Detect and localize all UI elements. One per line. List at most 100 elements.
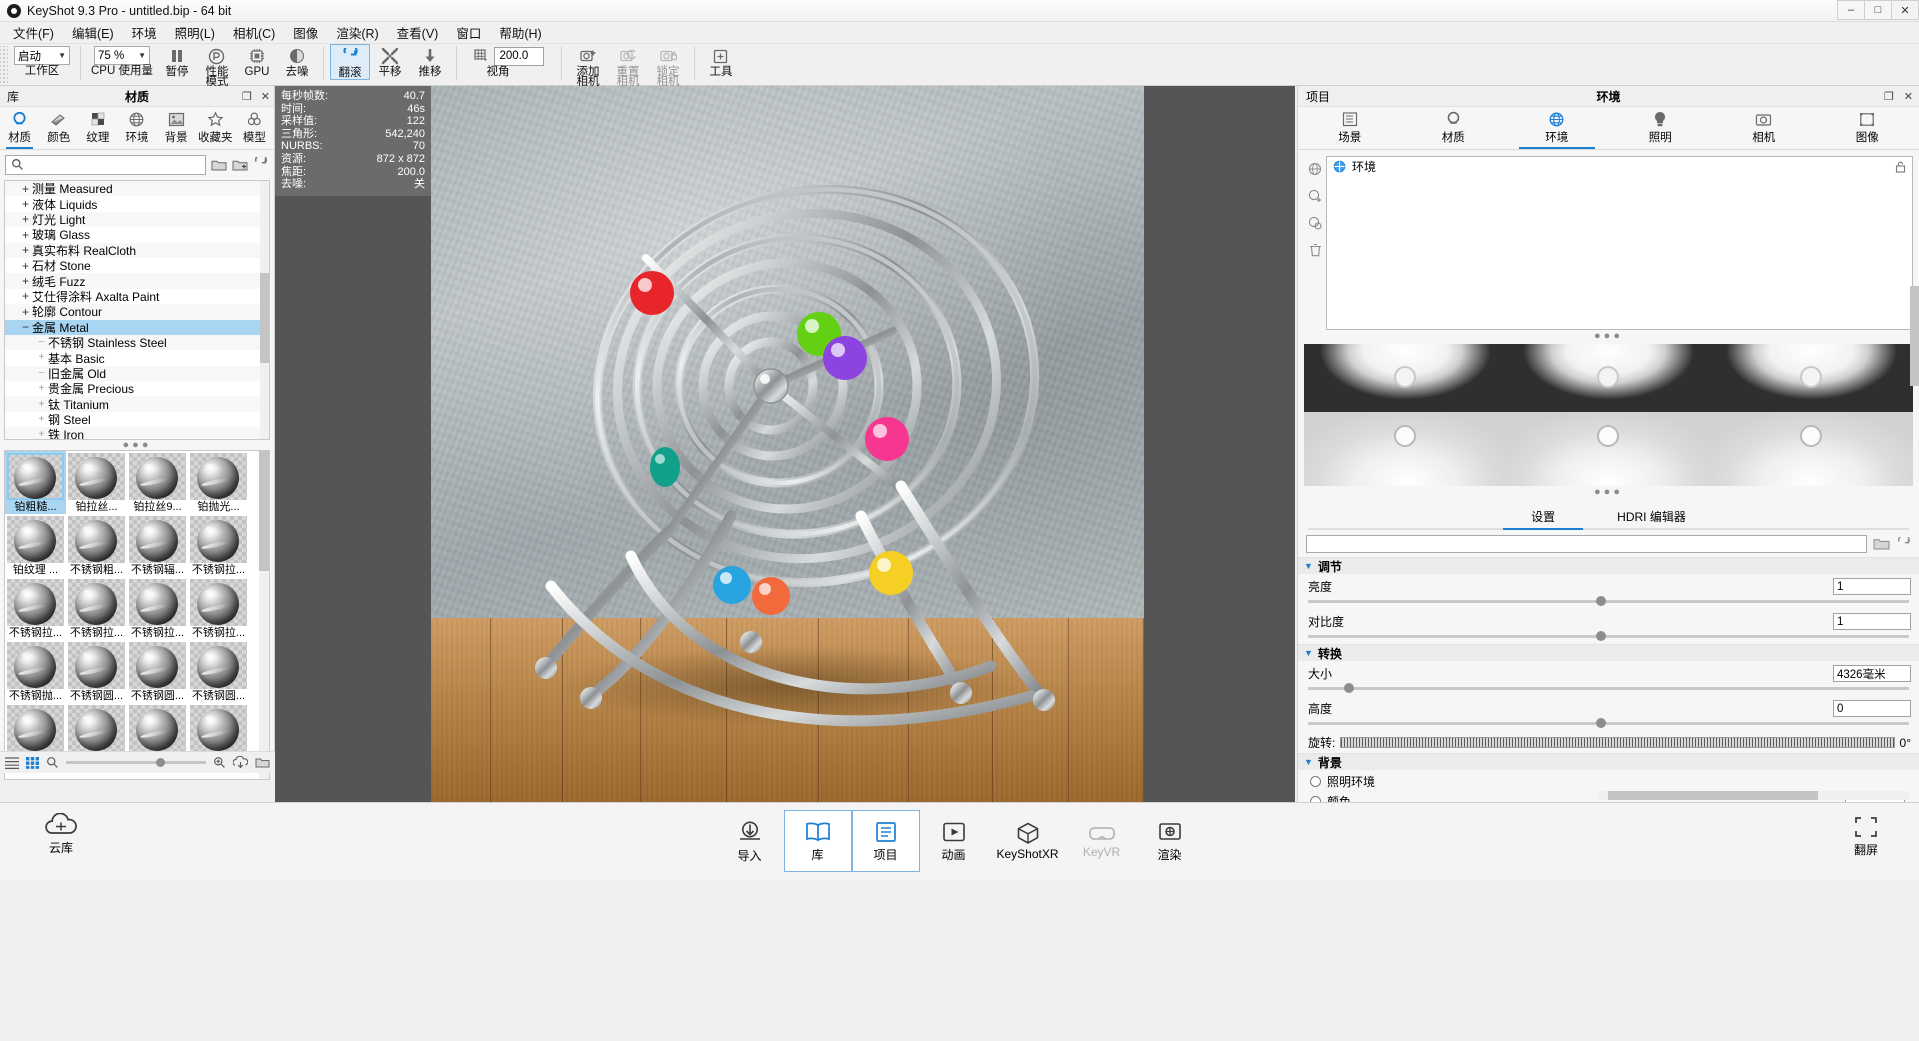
toolbar-grip[interactable] xyxy=(0,46,8,84)
zoom-out-icon[interactable] xyxy=(46,756,59,769)
minimize-button[interactable]: – xyxy=(1837,0,1865,20)
library-tab-models[interactable]: 模型 xyxy=(235,107,274,149)
height-value[interactable]: 0 xyxy=(1833,700,1911,717)
perspective-control[interactable]: 200.0 视角 xyxy=(463,44,555,78)
material-category-tree[interactable]: + 测量 Measured + 液体 Liquids + 灯光 Light + 玻璃 G… xyxy=(4,180,270,440)
maximize-button[interactable]: □ xyxy=(1864,0,1892,20)
list-view-icon[interactable] xyxy=(5,756,19,769)
tree-node[interactable]: + 钛 Titanium xyxy=(5,396,260,412)
material-swatch[interactable]: 不锈钢圆... xyxy=(66,640,127,703)
contrast-slider-thumb[interactable] xyxy=(1596,631,1607,641)
expander-icon[interactable]: + xyxy=(19,259,32,273)
expander-icon[interactable]: ┈ xyxy=(35,368,48,379)
cpu-usage-selector[interactable]: 75 % ▼ CPU 使用量 xyxy=(87,44,157,77)
project-undock-icon[interactable]: ❐ xyxy=(1884,90,1894,103)
thumbnail-size-slider-thumb[interactable] xyxy=(155,758,165,767)
reset-camera-button[interactable]: 重置 相机 xyxy=(608,44,648,88)
material-swatch[interactable]: 铂抛光... xyxy=(188,451,249,514)
expander-icon[interactable]: + xyxy=(19,182,32,196)
rendered-image[interactable] xyxy=(431,86,1144,802)
animation-button[interactable]: 动画 xyxy=(920,810,988,872)
settings-splitter-handle[interactable]: ●●● xyxy=(1298,486,1919,498)
material-swatch[interactable]: 铂粗糙... xyxy=(5,451,66,514)
zoom-in-icon[interactable] xyxy=(213,756,226,769)
material-swatch[interactable]: 铂纹理 ... xyxy=(5,514,66,577)
workspace-selector[interactable]: 启动 ▼ 工作区 xyxy=(10,44,74,77)
tree-node[interactable]: ┈ 不锈钢 Stainless Steel xyxy=(5,334,260,351)
expander-icon[interactable]: + xyxy=(35,383,48,394)
reload-hdri-icon[interactable] xyxy=(1896,536,1911,552)
tree-node[interactable]: + 基本 Basic xyxy=(5,350,260,366)
lock-camera-button[interactable]: 锁定 相机 xyxy=(648,44,688,88)
tree-node[interactable]: + 绒毛 Fuzz xyxy=(5,273,260,289)
material-swatch[interactable]: 不锈钢拉... xyxy=(66,577,127,640)
tree-node[interactable]: + 石材 Stone xyxy=(5,258,260,274)
material-swatch[interactable]: 不锈钢拉... xyxy=(188,514,249,577)
library-search-input[interactable] xyxy=(25,158,205,171)
menu-camera[interactable]: 相机(C) xyxy=(224,21,284,44)
expander-icon[interactable]: + xyxy=(19,305,32,319)
size-value[interactable]: 4326毫米 xyxy=(1833,665,1911,682)
project-close-icon[interactable]: ✕ xyxy=(1904,90,1913,103)
menu-view[interactable]: 查看(V) xyxy=(388,21,448,44)
tree-node[interactable]: + 贵金属 Precious xyxy=(5,381,260,396)
environment-splitter-handle[interactable]: ●●● xyxy=(1298,330,1919,342)
delete-environment-icon[interactable] xyxy=(1309,243,1322,257)
import-button[interactable]: 导入 xyxy=(716,810,784,872)
add-camera-button[interactable]: 添加 相机 xyxy=(568,44,608,88)
library-undock-icon[interactable]: ❐ xyxy=(242,90,252,103)
tree-node[interactable]: + 玻璃 Glass xyxy=(5,227,260,243)
download-icon[interactable] xyxy=(233,756,248,769)
material-swatch[interactable]: 不锈钢拉... xyxy=(127,577,188,640)
settings-horizontal-scrollbar[interactable] xyxy=(1598,791,1909,800)
library-tab-textures[interactable]: 纹理 xyxy=(78,107,117,149)
library-add-folder-icon[interactable] xyxy=(231,156,248,174)
menu-help[interactable]: 帮助(H) xyxy=(490,21,550,44)
settings-tab[interactable]: 设置 xyxy=(1503,506,1584,530)
background-group-header[interactable]: ▼ 背景 xyxy=(1298,753,1919,770)
tumble-tool-button[interactable]: 翻滚 xyxy=(329,44,370,80)
project-tab-camera[interactable]: 相机 xyxy=(1712,107,1816,149)
menu-edit[interactable]: 编辑(E) xyxy=(63,21,123,44)
thumbnail-size-slider[interactable] xyxy=(66,757,206,769)
swatch-scrollbar[interactable] xyxy=(259,451,269,779)
environment-list[interactable]: 环境 xyxy=(1326,156,1913,330)
project-tab-material[interactable]: 材质 xyxy=(1402,107,1506,149)
tools-button[interactable]: 工具 xyxy=(701,44,741,78)
background-option-lighting-environment[interactable]: 照明环境 xyxy=(1298,770,1919,790)
expander-icon[interactable]: ┈ xyxy=(35,337,48,348)
menu-file[interactable]: 文件(F) xyxy=(4,21,63,44)
library-close-icon[interactable]: ✕ xyxy=(261,90,270,103)
tree-node[interactable]: + 真实布料 RealCloth xyxy=(5,242,260,258)
brightness-slider-thumb[interactable] xyxy=(1596,596,1607,606)
radio-icon[interactable] xyxy=(1310,776,1321,787)
library-search-box[interactable] xyxy=(5,154,206,175)
expander-icon[interactable]: + xyxy=(35,414,48,425)
tree-node[interactable]: + 灯光 Light xyxy=(5,211,260,228)
adjust-group-header[interactable]: ▼ 调节 xyxy=(1298,557,1919,574)
tree-node[interactable]: + 测量 Measured xyxy=(5,181,260,197)
material-swatch[interactable]: 铂拉丝... xyxy=(66,451,127,514)
expander-icon[interactable]: + xyxy=(35,352,48,363)
hdri-preview[interactable] xyxy=(1304,344,1913,486)
open-folder-icon[interactable] xyxy=(255,756,270,769)
material-swatch-area[interactable]: 铂粗糙... 铂拉丝... 铂拉丝9... 铂抛光... 铂纹理 ... 不锈钢… xyxy=(4,450,270,780)
material-swatch[interactable]: 不锈钢粗... xyxy=(66,514,127,577)
tree-node[interactable]: ┈ 旧金属 Old xyxy=(5,365,260,382)
hdri-vertical-scrollbar-thumb[interactable] xyxy=(1910,286,1919,386)
render-button[interactable]: 渲染 xyxy=(1136,810,1204,872)
panel-splitter-handle[interactable]: ●●● xyxy=(0,440,274,451)
material-swatch[interactable]: 不锈钢圆... xyxy=(188,640,249,703)
library-tab-backplates[interactable]: 背景 xyxy=(157,107,196,149)
project-tab-lighting[interactable]: 照明 xyxy=(1609,107,1713,149)
tree-node[interactable]: + 铁 Iron xyxy=(5,427,260,439)
workspace-combo[interactable]: 启动 ▼ xyxy=(14,46,70,65)
settings-horizontal-scrollbar-thumb[interactable] xyxy=(1608,791,1818,800)
expander-icon[interactable]: + xyxy=(19,228,32,242)
denoise-button[interactable]: 去噪 xyxy=(277,44,317,78)
gpu-button[interactable]: GPU xyxy=(237,44,277,78)
tree-node[interactable]: + 液体 Liquids xyxy=(5,196,260,212)
material-swatch[interactable]: 不锈钢辐... xyxy=(127,514,188,577)
project-tab-environment[interactable]: 环境 xyxy=(1505,107,1609,149)
rotation-dial[interactable] xyxy=(1340,737,1895,748)
